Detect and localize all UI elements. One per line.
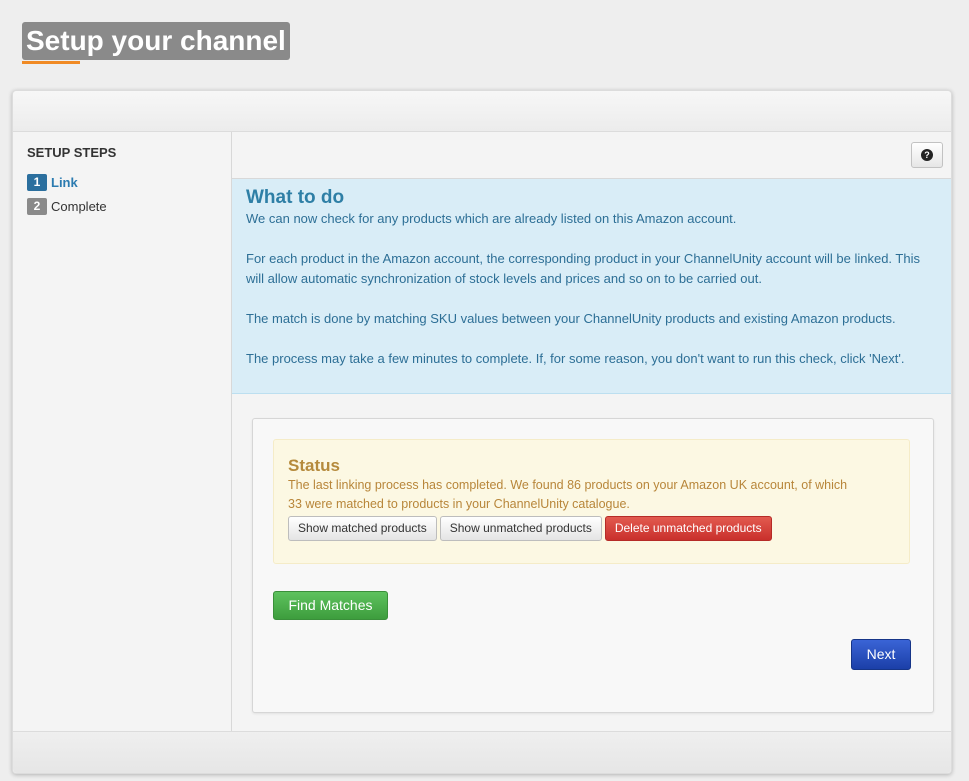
- next-button[interactable]: Next: [851, 639, 911, 670]
- delete-unmatched-button[interactable]: Delete unmatched products: [604, 516, 772, 541]
- content-toolbar: ?: [232, 132, 951, 179]
- step-label: Link: [51, 174, 78, 190]
- link-card: Status The last linking process has comp…: [252, 418, 934, 713]
- info-paragraph: For each product in the Amazon account, …: [246, 251, 920, 286]
- status-box: Status The last linking process has comp…: [273, 439, 910, 564]
- show-matched-button[interactable]: Show matched products: [288, 516, 437, 541]
- status-title: Status: [288, 456, 340, 475]
- link-area: Status The last linking process has comp…: [232, 394, 951, 731]
- info-paragraph: We can now check for any products which …: [246, 211, 737, 226]
- main-content: ? What to do We can now check for any pr…: [232, 132, 951, 731]
- question-circle-icon: ?: [921, 149, 933, 161]
- help-button[interactable]: ?: [911, 142, 943, 168]
- panel-header: [13, 91, 951, 132]
- step-link[interactable]: 1 Link: [27, 173, 78, 191]
- title-underline: [22, 61, 80, 64]
- step-number-badge: 1: [27, 173, 47, 191]
- setup-steps-heading: SETUP STEPS: [27, 145, 117, 160]
- info-paragraph: The process may take a few minutes to co…: [246, 351, 905, 366]
- status-text: The last linking process has completed. …: [288, 478, 848, 511]
- find-matches-button[interactable]: Find Matches: [273, 591, 388, 620]
- setup-panel: SETUP STEPS 1 Link 2 Complete ? What to …: [12, 90, 952, 774]
- show-unmatched-button[interactable]: Show unmatched products: [439, 516, 602, 541]
- status-actions: Show matched products Show unmatched pro…: [288, 516, 895, 541]
- info-paragraph: The match is done by matching SKU values…: [246, 311, 896, 326]
- step-label: Complete: [51, 198, 107, 214]
- step-number-badge: 2: [27, 197, 47, 215]
- panel-footer: [13, 731, 951, 773]
- step-complete[interactable]: 2 Complete: [27, 197, 107, 215]
- setup-steps-sidebar: SETUP STEPS 1 Link 2 Complete: [13, 132, 232, 731]
- what-to-do-box: What to do We can now check for any prod…: [232, 179, 951, 394]
- info-title: What to do: [246, 187, 345, 208]
- page-title: Setup your channel: [22, 22, 290, 60]
